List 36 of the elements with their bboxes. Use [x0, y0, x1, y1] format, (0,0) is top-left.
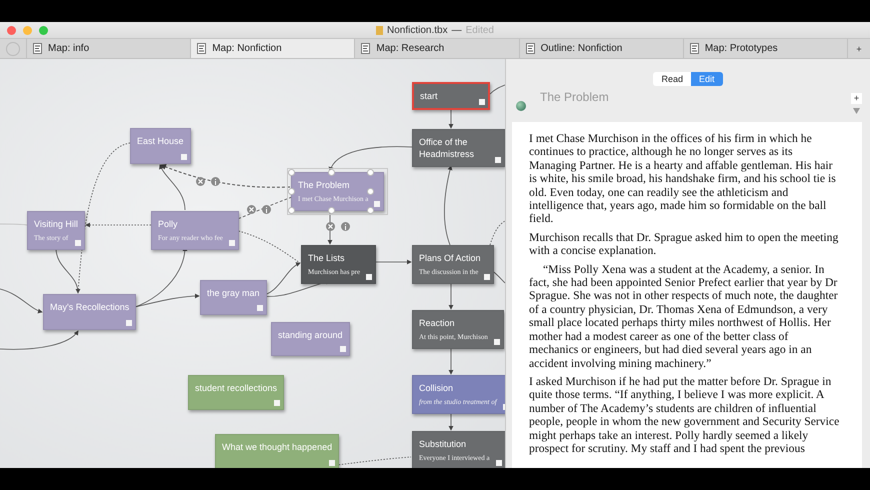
note-title: May's Recollections [50, 301, 130, 313]
note-title: Visiting Hill [34, 218, 78, 230]
window-title: Nonfiction.tbx [387, 24, 448, 36]
tab[interactable]: Map: Nonfiction [190, 39, 354, 58]
new-tab-button[interactable]: + [847, 39, 870, 58]
tab-label: Map: info [48, 43, 90, 54]
note-title: standing around [278, 329, 343, 341]
tab-label: Map: Research [376, 43, 444, 54]
paragraph: I asked Murchison if he had put the matter before Dr. Sprague in quite those terms. “If anything, I believe I was more explicit. A number of The Academy’s students are children of influential people, people in whom the new government and Security Service might perhaps take an interest. Polly hardly seemed a likely prospect for scrutiny. My staff and I had spent the previous [529, 374, 840, 456]
note-title: student recollections [195, 382, 278, 394]
note-title: What we thought happened [222, 441, 332, 453]
paragraph: I met Chase Murchison in the offices of his firm in which he continues to practice, although he no longer serves as its Managing Partner. He is a hearty and affable gentleman. His hair is white, his smile broad, his handshake firm, and his school tie is old. Even today, one can readily see the athleticism and intelligence that, years ago, made him so formidable on the ball field. [529, 132, 837, 226]
paragraph: Murchison recalls that Dr. Sprague asked him to open the meeting with a concise explanation. [529, 230, 840, 258]
note-title: Polly [158, 218, 179, 230]
tab-label: Map: Nonfiction [212, 43, 282, 54]
note-title: Reaction [419, 317, 456, 329]
note-title: Substitution [419, 438, 468, 450]
note-title: start [420, 90, 439, 102]
note-heading: The Problem [540, 89, 610, 104]
map-note[interactable]: start [412, 82, 490, 110]
map-note[interactable]: Office of the Headmistress [412, 129, 505, 167]
note-title: Plans Of Action [419, 252, 482, 264]
tab-label: Map: Prototypes [704, 43, 778, 54]
note-title: Office of the Headmistress [419, 136, 476, 160]
note-title: East House [137, 135, 184, 147]
note-title: Collision [419, 382, 454, 394]
note-title: The Problem [298, 179, 351, 191]
title-separator: — [452, 24, 462, 36]
tab-label: Outline: Nonfiction [540, 43, 622, 54]
paragraph: “Miss Polly Xena was a student at the Academy, a senior. In fact, she had been appointed Senior Prefect earlier that year by Dr Sprague. She was not in other respects of much note, the daughter of a country physician, Dr. Thomas Xena of Edmundson, a very small place located perhaps thirty miles northwest of Hollis. Her mother had a modest career as one of the better class of mechanics or engineers, but had died several years ago in an accident involving mining machinery.” [529, 262, 839, 370]
note-title: The Lists [308, 252, 346, 264]
note-title: the gray man [207, 287, 260, 299]
mode-toggle[interactable]: Read [653, 72, 691, 86]
edit-status: Edited [466, 24, 494, 36]
add-button[interactable]: + [851, 92, 862, 104]
mode-toggle[interactable]: Edit [691, 72, 723, 86]
